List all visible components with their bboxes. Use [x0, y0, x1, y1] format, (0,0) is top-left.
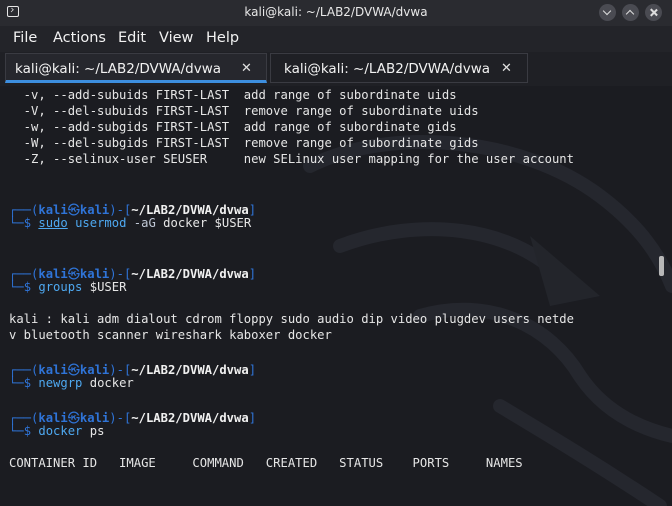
prompt-frame: ┌──(: [9, 363, 39, 377]
command-output: kali : kali adm dialout cdrom floppy sud…: [9, 312, 574, 326]
close-window-icon[interactable]: [645, 4, 662, 21]
command-line: └─$ sudo usermod -aG docker $USER: [9, 216, 251, 230]
command-line: └─$ newgrp docker: [9, 376, 134, 390]
command-args: $USER: [89, 280, 127, 294]
kali-dragon-watermark: [303, 135, 672, 506]
prompt-cwd: ~/LAB2/DVWA/dvwa: [131, 411, 249, 425]
prompt-host: kali: [79, 363, 110, 377]
prompt-frame: )-[: [109, 363, 132, 377]
prompt-host: kali: [79, 203, 110, 217]
docker-ps-header: CONTAINER ID IMAGE COMMAND CREATED STATU…: [9, 456, 523, 470]
tab-1-label: kali@kali: ~/LAB2/DVWA/dvwa: [15, 61, 222, 77]
prompt-host: kali: [79, 267, 110, 281]
prompt-user: kali: [38, 363, 68, 377]
command-line: └─$ groups $USER: [9, 280, 126, 294]
menu-bar: File Actions Edit View Help: [0, 26, 672, 52]
prompt-user: kali: [38, 411, 68, 425]
command-name: docker: [38, 424, 83, 438]
prompt-frame: ┌──(: [9, 203, 39, 217]
prompt-at: ㉿: [67, 411, 80, 425]
prompt-frame: )-[: [109, 203, 132, 217]
menu-edit[interactable]: Edit: [118, 30, 146, 46]
tab-2-label: kali@kali: ~/LAB2/DVWA/dvwa: [284, 61, 491, 77]
menu-help[interactable]: Help: [206, 30, 239, 46]
tab-2[interactable]: kali@kali: ~/LAB2/DVWA/dvwa ✕: [270, 53, 528, 83]
prompt-frame: └─: [9, 216, 24, 230]
prompt-frame: )-[: [109, 267, 132, 281]
prompt-cwd: ~/LAB2/DVWA/dvwa: [131, 267, 249, 281]
tab-2-close-icon[interactable]: ✕: [501, 61, 512, 76]
prompt-frame: └─: [9, 280, 24, 294]
menu-file[interactable]: File: [13, 30, 37, 46]
command-name: newgrp: [38, 376, 83, 390]
window-title: kali@kali: ~/LAB2/DVWA/dvwa: [244, 5, 428, 19]
prompt-cwd: ~/LAB2/DVWA/dvwa: [131, 363, 249, 377]
prompt-frame: └─: [9, 376, 24, 390]
prompt-user: kali: [38, 203, 68, 217]
command-line: └─$ docker ps: [9, 424, 104, 438]
prompt-host: kali: [79, 411, 110, 425]
help-line: -V, --del-subuids FIRST-LAST remove rang…: [9, 104, 479, 118]
maximize-icon[interactable]: [622, 4, 639, 21]
command-flags: -aG: [133, 216, 156, 230]
prompt-frame: ┌──(: [9, 411, 39, 425]
prompt-frame: ┌──(: [9, 267, 39, 281]
command-output: v bluetooth scanner wireshark kaboxer do…: [9, 328, 332, 342]
command-args: docker $USER: [163, 216, 252, 230]
menu-actions[interactable]: Actions: [53, 30, 106, 46]
help-line: -v, --add-subuids FIRST-LAST add range o…: [9, 88, 457, 102]
prompt-dollar: $: [23, 376, 32, 390]
command-args: docker: [89, 376, 134, 390]
tab-bar: kali@kali: ~/LAB2/DVWA/dvwa ✕ kali@kali:…: [0, 52, 672, 86]
title-bar: kali@kali: ~/LAB2/DVWA/dvwa: [0, 0, 672, 26]
scrollbar-thumb[interactable]: [659, 256, 664, 276]
minimize-icon[interactable]: [599, 4, 616, 21]
command-args: ps: [89, 424, 105, 438]
prompt-at: ㉿: [67, 267, 80, 281]
prompt-frame: ]: [248, 363, 257, 377]
prompt-dollar: $: [23, 216, 32, 230]
prompt-frame: └─: [9, 424, 24, 438]
help-line: -w, --add-subgids FIRST-LAST add range o…: [9, 120, 457, 134]
command-name: usermod: [75, 216, 127, 230]
terminal-output[interactable]: -v, --add-subuids FIRST-LAST add range o…: [0, 86, 672, 506]
menu-view[interactable]: View: [159, 30, 193, 46]
tab-1-close-icon[interactable]: ✕: [241, 61, 252, 76]
prompt-frame: ]: [248, 411, 257, 425]
prompt-at: ㉿: [67, 203, 80, 217]
command-sudo: sudo: [38, 216, 68, 230]
prompt-cwd: ~/LAB2/DVWA/dvwa: [131, 203, 249, 217]
prompt-frame: ]: [248, 267, 257, 281]
prompt-dollar: $: [23, 280, 32, 294]
command-name: groups: [38, 280, 83, 294]
prompt-at: ㉿: [67, 363, 80, 377]
prompt-frame: )-[: [109, 411, 132, 425]
prompt-user: kali: [38, 267, 68, 281]
tab-1[interactable]: kali@kali: ~/LAB2/DVWA/dvwa ✕: [5, 53, 267, 83]
help-line: -Z, --selinux-user SEUSER new SELinux us…: [9, 152, 574, 166]
prompt-dollar: $: [23, 424, 32, 438]
help-line: -W, --del-subgids FIRST-LAST remove rang…: [9, 136, 479, 150]
prompt-frame: ]: [248, 203, 257, 217]
